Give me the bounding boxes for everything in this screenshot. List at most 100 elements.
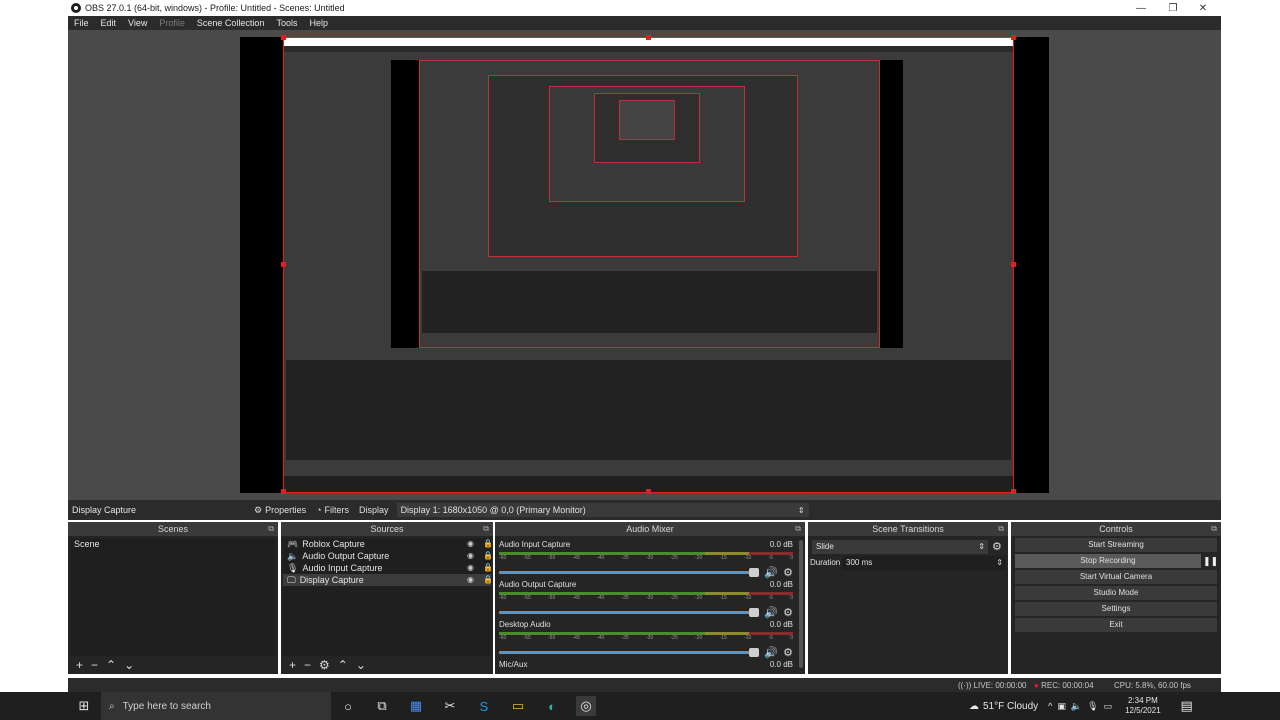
scene-item[interactable]: Scene [70, 538, 276, 550]
weather-widget[interactable]: ☁ 51°F Cloudy [969, 701, 1038, 712]
dock-menu-icon[interactable]: ⧉ [483, 522, 489, 536]
menu-help[interactable]: Help [303, 18, 334, 28]
slider-knob[interactable] [749, 608, 760, 617]
exit-button[interactable]: Exit [1015, 618, 1217, 632]
start-virtual-camera-button[interactable]: Start Virtual Camera [1015, 570, 1217, 584]
nested-capture-level-2 [488, 75, 798, 257]
display-capture-preview[interactable] [283, 37, 1014, 493]
skype-icon[interactable]: S [474, 696, 494, 716]
mixer-scrollbar[interactable] [799, 540, 803, 668]
stop-recording-button[interactable]: Stop Recording [1015, 554, 1201, 568]
resize-handle-tr[interactable] [1011, 35, 1016, 40]
eye-icon[interactable]: ◉ [467, 538, 474, 550]
lock-icon[interactable]: 🔒 [483, 538, 493, 550]
resize-handle-t[interactable] [646, 35, 651, 40]
move-down-icon[interactable]: ⌄ [356, 658, 366, 672]
meter-ticks: -60 -55 -50 -45 -40 -35 -30 -25 -20 -15 -10 -5 0 [499, 635, 793, 643]
gear-icon[interactable]: ⚙ [992, 540, 1002, 553]
volume-slider[interactable] [499, 568, 760, 577]
desktop-right-margin [1221, 16, 1280, 688]
studio-mode-button[interactable]: Studio Mode [1015, 586, 1217, 600]
network-icon[interactable]: ▣ [1057, 701, 1071, 711]
tick: -35 [621, 595, 629, 601]
properties-button[interactable]: ⚙ Properties [254, 505, 306, 516]
minimize-button[interactable]: — [1126, 0, 1156, 16]
volume-slider[interactable] [499, 608, 760, 617]
eye-icon[interactable]: ◉ [467, 562, 474, 574]
dock-menu-icon[interactable]: ⧉ [1211, 522, 1217, 536]
duration-spinbox[interactable]: 300 ms ⇕ [842, 556, 1006, 570]
tick: -35 [621, 635, 629, 641]
eye-icon[interactable]: ◉ [467, 574, 474, 586]
tray-icons[interactable]: ^▣🔈🎙▭ [1048, 701, 1117, 712]
source-item-selected[interactable]: 🖵 Display Capture ◉ 🔒 [283, 574, 493, 586]
lock-icon[interactable]: 🔒 [483, 562, 493, 574]
dock-menu-icon[interactable]: ⧉ [998, 522, 1004, 536]
tick: -15 [719, 595, 727, 601]
slider-knob[interactable] [749, 568, 760, 577]
resize-handle-b[interactable] [646, 489, 651, 494]
volume-slider[interactable] [499, 648, 760, 657]
file-explorer-icon[interactable]: ▭ [508, 696, 528, 716]
volume-icon[interactable]: 🔈 [1071, 701, 1087, 711]
source-item[interactable]: 🎮 Roblox Capture ◉ 🔒 [283, 538, 493, 550]
live-status: ((·)) LIVE: 00:00:00 [958, 681, 1027, 690]
cortana-icon[interactable]: ○ [338, 696, 358, 716]
close-button[interactable]: ✕ [1188, 0, 1218, 16]
resize-handle-tl[interactable] [281, 35, 286, 40]
menu-tools[interactable]: Tools [270, 18, 303, 28]
tick: -40 [597, 595, 605, 601]
eye-icon[interactable]: ◉ [467, 550, 474, 562]
menu-view[interactable]: View [122, 18, 153, 28]
menu-profile[interactable]: Profile [153, 18, 191, 28]
resize-handle-bl[interactable] [281, 489, 286, 494]
filters-button[interactable]: ◔ Filters [316, 505, 349, 515]
add-icon[interactable]: + [76, 658, 83, 672]
move-up-icon[interactable]: ⌃ [106, 658, 116, 672]
source-item[interactable]: 🎙 Audio Input Capture ◉ 🔒 [283, 562, 493, 574]
display-icon[interactable]: ▭ [1104, 701, 1118, 711]
snipping-tool-icon[interactable]: ✂ [440, 696, 460, 716]
spin-arrows-icon[interactable]: ⇕ [996, 556, 1003, 570]
resize-handle-r[interactable] [1011, 262, 1016, 267]
gear-icon[interactable]: ⚙ [319, 658, 330, 672]
taskbar-search[interactable]: ⌕ Type here to search [101, 692, 331, 720]
move-up-icon[interactable]: ⌃ [338, 658, 348, 672]
task-view-icon[interactable]: ⧉ [372, 696, 392, 716]
tick: -10 [744, 635, 752, 641]
menu-file[interactable]: File [68, 18, 95, 28]
display-select-value: Display 1: 1680x1050 @ 0,0 (Primary Moni… [400, 505, 586, 515]
lock-icon[interactable]: 🔒 [483, 574, 493, 586]
menu-edit[interactable]: Edit [95, 18, 123, 28]
resize-handle-l[interactable] [281, 262, 286, 267]
settings-button[interactable]: Settings [1015, 602, 1217, 616]
transition-select[interactable]: Slide ⇕ [812, 540, 988, 554]
windows-start-icon[interactable]: ⊞ [74, 696, 94, 716]
broadcast-icon: ((·)) [958, 681, 972, 690]
start-streaming-button[interactable]: Start Streaming [1015, 538, 1217, 552]
calendar-app-icon[interactable]: ▦ [406, 696, 426, 716]
chevron-up-icon[interactable]: ^ [1048, 701, 1057, 711]
dock-menu-icon[interactable]: ⧉ [268, 522, 274, 536]
notifications-icon[interactable]: ▤ [1177, 696, 1197, 716]
add-icon[interactable]: + [289, 658, 296, 672]
windows-taskbar: ⊞ ⌕ Type here to search ○ ⧉ ▦ ✂ S ▭ ◐ ◎ … [0, 692, 1280, 720]
display-select[interactable]: Display 1: 1680x1050 @ 0,0 (Primary Moni… [396, 503, 809, 517]
meter-ticks: -60 -55 -50 -45 -40 -35 -30 -25 -20 -15 -10 -5 0 [499, 555, 793, 563]
microphone-icon[interactable]: 🎙 [1087, 701, 1103, 711]
remove-icon[interactable]: − [91, 658, 98, 672]
lock-icon[interactable]: 🔒 [483, 550, 493, 562]
menu-scene-collection[interactable]: Scene Collection [191, 18, 271, 28]
source-label: Audio Output Capture [302, 551, 390, 561]
obs-taskbar-icon[interactable]: ◎ [576, 696, 596, 716]
dock-menu-icon[interactable]: ⧉ [795, 522, 801, 536]
remove-icon[interactable]: − [304, 658, 311, 672]
resize-handle-br[interactable] [1011, 489, 1016, 494]
maximize-button[interactable]: ❐ [1158, 0, 1188, 16]
source-item[interactable]: 🔈 Audio Output Capture ◉ 🔒 [283, 550, 493, 562]
pause-icon[interactable]: ❚❚ [1203, 556, 1218, 567]
edge-icon[interactable]: ◐ [542, 696, 562, 716]
move-down-icon[interactable]: ⌄ [124, 658, 134, 672]
clock[interactable]: 2:34 PM 12/5/2021 [1125, 696, 1161, 716]
slider-knob[interactable] [749, 648, 760, 657]
